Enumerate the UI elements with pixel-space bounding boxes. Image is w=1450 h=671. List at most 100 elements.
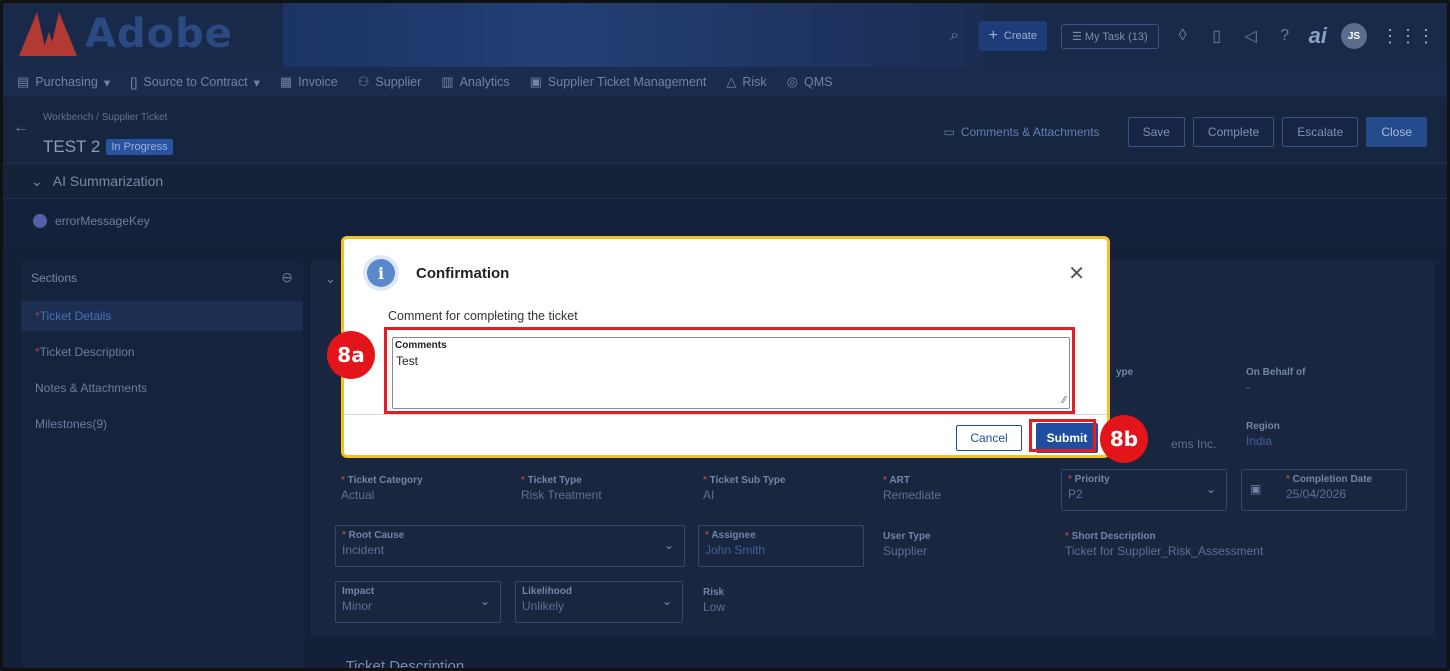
escalate-button[interactable]: Escalate	[1282, 117, 1359, 147]
create-label: Create	[1003, 30, 1037, 42]
likelihood-label: Likelihood	[522, 586, 572, 597]
search-icon[interactable]: ⌕	[945, 27, 965, 45]
collapse-icon[interactable]: ⊖	[281, 269, 293, 286]
sidebar-item-label: Ticket Details	[39, 309, 112, 323]
sections-sidebar: Sections ⊖ * Ticket Details * Ticket Descr…	[21, 261, 303, 668]
required-marker: *	[342, 530, 349, 541]
priority-select[interactable]: * Priority P2 ⌄	[1061, 469, 1227, 511]
nav-item-source-to-contract[interactable]: [] Source to Contract ▾	[130, 75, 260, 90]
create-button[interactable]: + Create	[978, 21, 1047, 51]
on-behalf-label: On Behalf of	[1246, 367, 1306, 378]
nav-item-supplier[interactable]: ⚇ Supplier	[358, 74, 422, 90]
root-cause-select[interactable]: * Root Cause Incident ⌄	[335, 525, 685, 567]
sidebar-item-ticket-description[interactable]: * Ticket Description	[21, 337, 303, 367]
required-marker: *	[1068, 474, 1075, 485]
ticket-icon: ▣	[529, 74, 542, 89]
impact-label: Impact	[342, 586, 375, 597]
impact-field: Impact Minor	[342, 586, 494, 613]
nav-label: Risk	[742, 75, 767, 89]
required-marker: *	[1286, 474, 1293, 485]
chevron-down-icon[interactable]: ⌄	[325, 271, 336, 287]
nav-label: Supplier	[375, 75, 422, 89]
completion-date-field: * Completion Date 25/04/2026	[1286, 474, 1400, 501]
supplier-value: ems Inc.	[1171, 437, 1217, 451]
ticket-category-value: Actual	[341, 488, 375, 502]
calendar-icon: ▣	[1250, 482, 1262, 496]
bell-icon[interactable]: ◊	[1173, 27, 1193, 45]
app-grid-icon[interactable]: ⋮⋮⋮	[1381, 26, 1435, 47]
close-icon[interactable]: ✕	[1068, 261, 1085, 286]
ticket-description-title: Ticket Description	[345, 658, 465, 671]
brand-logo[interactable]: Adobe	[19, 9, 233, 59]
chevron-down-icon: ⌄	[31, 172, 43, 189]
comments-attachments-label: Comments & Attachments	[960, 125, 1100, 139]
nav-item-purchasing[interactable]: ▤ Purchasing ▾	[17, 74, 110, 90]
qms-icon: ◎	[786, 74, 798, 89]
header-tools: ⌕ + Create ☰ My Task (13) ◊ ▯ ◁ ? ai JS …	[945, 21, 1435, 51]
ticket-type-field: * Ticket Type Risk Treatment	[521, 475, 602, 502]
risk-field: Risk Low	[703, 587, 725, 614]
user-type-label: User Type	[883, 531, 931, 542]
nav-item-risk[interactable]: △ Risk	[726, 74, 766, 90]
ai-summarization-header[interactable]: ⌄ AI Summarization	[3, 163, 1447, 199]
required-marker: *	[521, 475, 528, 486]
megaphone-icon[interactable]: ◁	[1241, 26, 1261, 46]
user-type-field: User Type Supplier	[883, 531, 931, 558]
ai-assistant-icon[interactable]: ai	[1309, 23, 1327, 49]
priority-label: Priority	[1074, 474, 1110, 485]
sidebar-item-ticket-details[interactable]: * Ticket Details	[21, 301, 303, 331]
nav-item-qms[interactable]: ◎ QMS	[787, 74, 833, 90]
ticket-description-section[interactable]: ⌄ Ticket Description	[323, 658, 465, 671]
breadcrumb[interactable]: Workbench / Supplier Ticket	[43, 112, 167, 123]
dialog-description: Comment for completing the ticket	[388, 309, 578, 323]
sidebar-item-milestones[interactable]: Milestones(9)	[21, 409, 303, 439]
top-header: Adobe ⌕ + Create ☰ My Task (13) ◊ ▯ ◁ ? …	[3, 3, 1447, 67]
help-icon[interactable]: ?	[1275, 27, 1295, 45]
nav-label: Invoice	[298, 75, 338, 89]
cancel-button[interactable]: Cancel	[956, 425, 1022, 451]
risk-value: Low	[703, 600, 726, 614]
likelihood-select[interactable]: Likelihood Unlikely ⌄	[515, 581, 683, 623]
sidebar-item-label: Notes & Attachments	[35, 381, 148, 395]
sidebar-item-notes-attachments[interactable]: Notes & Attachments	[21, 373, 303, 403]
region-value: India	[1246, 434, 1273, 448]
ai-status-icon	[33, 214, 47, 228]
page-title: TEST 2 In Progress	[43, 137, 173, 157]
avatar[interactable]: JS	[1341, 23, 1367, 49]
complete-button[interactable]: Complete	[1192, 117, 1275, 147]
priority-value: P2	[1068, 487, 1083, 501]
nav-item-supplier-ticket-management[interactable]: ▣ Supplier Ticket Management	[530, 74, 707, 90]
nav-item-analytics[interactable]: ▥ Analytics	[441, 74, 509, 90]
assignee-field[interactable]: * Assignee John Smith	[698, 525, 864, 567]
header-banner	[283, 3, 983, 67]
art-field: * ART Remediate	[883, 475, 941, 502]
bookmark-icon[interactable]: ▯	[1207, 26, 1227, 46]
assignee-value: John Smith	[705, 543, 766, 557]
ticket-subtype-field: * Ticket Sub Type AI	[703, 475, 785, 502]
caret-down-icon: ▾	[103, 75, 111, 90]
close-button[interactable]: Close	[1366, 117, 1427, 147]
ai-summarization-title: AI Summarization	[52, 173, 164, 189]
required-marker: *	[341, 475, 348, 486]
comment-icon: ▭	[943, 125, 955, 139]
type-field-partial: ype	[1116, 367, 1133, 378]
save-button[interactable]: Save	[1127, 117, 1185, 147]
completion-date-picker[interactable]: ▣ * Completion Date 25/04/2026	[1241, 469, 1407, 511]
chevron-down-icon: ⌄	[661, 594, 672, 608]
required-marker: *	[703, 475, 710, 486]
adobe-logo-icon	[19, 12, 77, 56]
ticket-category-label: Ticket Category	[347, 475, 423, 486]
plus-icon: +	[988, 27, 998, 44]
ticket-type-label: Ticket Type	[527, 475, 582, 486]
my-task-label: My Task (13)	[1084, 30, 1148, 43]
nav-label: Analytics	[459, 75, 510, 89]
priority-field: * Priority P2	[1068, 474, 1220, 501]
type-label: ype	[1116, 367, 1134, 378]
impact-select[interactable]: Impact Minor ⌄	[335, 581, 501, 623]
nav-item-invoice[interactable]: ▦ Invoice	[280, 74, 338, 90]
my-task-button[interactable]: ☰ My Task (13)	[1060, 23, 1159, 49]
user-type-value: Supplier	[883, 544, 928, 558]
comments-attachments-link[interactable]: ▭ Comments & Attachments	[943, 125, 1099, 139]
back-arrow-icon[interactable]: ←	[13, 119, 29, 137]
sections-title: Sections	[31, 271, 78, 285]
